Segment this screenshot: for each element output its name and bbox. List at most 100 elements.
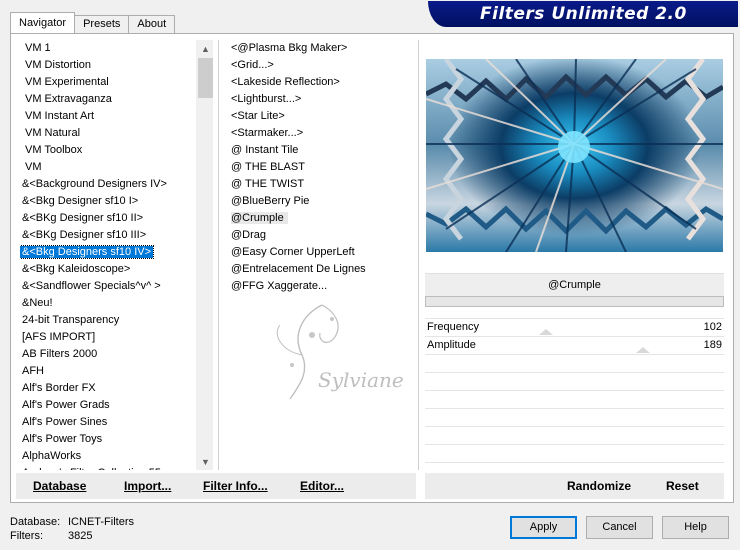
filter-label: @BlueBerry Pie [231,195,310,207]
filter-label: @Crumple [231,212,288,224]
category-item[interactable]: VM Distortion [20,57,196,74]
filter-divider [418,40,419,470]
filter-item[interactable]: @ THE BLAST [228,159,418,176]
filter-item[interactable]: <@Plasma Bkg Maker> [228,40,418,57]
category-item[interactable]: VM Toolbox [20,142,196,159]
tab-about[interactable]: About [128,15,176,33]
param-frequency[interactable]: Frequency 102 [425,319,724,337]
category-label: VM [25,161,42,173]
database-value: ICNET-Filters [68,516,134,528]
filter-label: @Easy Corner UpperLeft [231,246,355,258]
filter-label: <Lakeside Reflection> [231,76,340,88]
filter-item[interactable]: @Drag [228,227,418,244]
list-divider [218,40,219,470]
category-item[interactable]: &<Background Designers IV> [20,176,196,193]
filter-item[interactable]: <Lightburst...> [228,91,418,108]
slider-thumb[interactable] [539,329,553,335]
category-item[interactable]: Alf's Power Toys [20,431,196,448]
scroll-down-button[interactable]: ▼ [197,453,214,470]
category-item[interactable]: VM Extravaganza [20,91,196,108]
param-amplitude[interactable]: Amplitude 189 [425,337,724,355]
filter-label: @Entrelacement De Lignes [231,263,366,275]
category-label: Alf's Power Sines [22,416,108,428]
filter-item[interactable]: @Easy Corner UpperLeft [228,244,418,261]
category-item[interactable]: Alf's Border FX [20,380,196,397]
category-item[interactable]: &<Bkg Designer sf10 I> [20,193,196,210]
category-item[interactable]: &<BKg Designer sf10 III> [20,227,196,244]
category-item[interactable]: AFH [20,363,196,380]
category-item[interactable]: AB Filters 2000 [20,346,196,363]
category-label: &<BKg Designer sf10 II> [22,212,144,224]
category-item[interactable]: &<BKg Designer sf10 II> [20,210,196,227]
database-label: Database: [10,516,61,528]
category-label: VM 1 [25,42,51,54]
param-label: Amplitude [427,339,476,351]
category-label: VM Instant Art [25,110,95,122]
scroll-up-button[interactable]: ▲ [197,40,214,57]
category-item[interactable]: &Neu! [20,295,196,312]
param-label: Frequency [427,321,479,333]
reset-button[interactable]: Reset [662,473,703,499]
tab-navigator[interactable]: Navigator [10,12,76,33]
category-label: Alf's Power Toys [22,433,103,445]
category-item[interactable]: &<Bkg Kaleidoscope> [20,261,196,278]
import-button[interactable]: Import... [120,473,175,499]
filter-item[interactable]: @FFG Xaggerate... [228,278,418,295]
scroll-thumb[interactable] [198,58,213,98]
cancel-button[interactable]: Cancel [586,516,653,539]
category-label: AB Filters 2000 [22,348,98,360]
category-list[interactable]: VM 1 VM Distortion VM Experimental VM Extra… [20,40,196,470]
filters-label: Filters: [10,530,43,542]
filter-info-button[interactable]: Filter Info... [199,473,272,499]
status-area: Database: ICNET-Filters Filters: 3825 [10,515,134,543]
filter-label: <Starmaker...> [231,127,304,139]
filter-item[interactable]: <Starmaker...> [228,125,418,142]
apply-button[interactable]: Apply [510,516,577,539]
slider-thumb[interactable] [636,347,650,353]
category-item[interactable]: [AFS IMPORT] [20,329,196,346]
database-button[interactable]: Database [29,473,90,499]
category-label: Alf's Power Grads [22,399,110,411]
category-item[interactable]: VM Instant Art [20,108,196,125]
category-item[interactable]: AlphaWorks [20,448,196,465]
category-item[interactable]: VM Experimental [20,74,196,91]
filter-item[interactable]: @Crumple [228,210,418,227]
tab-presets[interactable]: Presets [74,15,130,33]
filter-label: <Star Lite> [231,110,285,122]
parameter-panel: Frequency 102 Amplitude 189 [425,307,724,472]
category-item[interactable]: VM [20,159,196,176]
right-toolbar: Randomize Reset [425,473,724,499]
help-button[interactable]: Help [662,516,729,539]
category-item[interactable]: 24-bit Transparency [20,312,196,329]
filter-label: <Lightburst...> [231,93,302,105]
category-item[interactable]: VM Natural [20,125,196,142]
filter-item[interactable]: <Star Lite> [228,108,418,125]
category-item[interactable]: Andrew's Filter Collection 55 [20,465,196,470]
filter-label: @FFG Xaggerate... [231,280,328,292]
filters-count: 3825 [68,530,93,542]
filter-label: @ Instant Tile [231,144,299,156]
randomize-button[interactable]: Randomize [563,473,635,499]
editor-button[interactable]: Editor... [296,473,348,499]
filter-item[interactable]: @Entrelacement De Lignes [228,261,418,278]
param-spacer [425,307,724,319]
selected-filter-name: @Crumple [425,273,724,296]
category-label: 24-bit Transparency [22,314,120,326]
param-value: 189 [703,339,722,351]
filter-item[interactable]: @ Instant Tile [228,142,418,159]
category-item[interactable]: VM 1 [20,40,196,57]
param-empty [425,445,724,463]
category-label: VM Experimental [25,76,109,88]
filter-item[interactable]: @ THE TWIST [228,176,418,193]
category-item[interactable]: &<Bkg Designers sf10 IV> [20,244,196,261]
param-empty [425,355,724,373]
category-item[interactable]: Alf's Power Grads [20,397,196,414]
filter-item[interactable]: @BlueBerry Pie [228,193,418,210]
filter-item[interactable]: <Lakeside Reflection> [228,74,418,91]
filter-item[interactable]: <Grid...> [228,57,418,74]
category-item[interactable]: &<Sandflower Specials^v^ > [20,278,196,295]
category-scrollbar[interactable]: ▲ ▼ [196,40,213,470]
category-item[interactable]: Alf's Power Sines [20,414,196,431]
category-label: &<Sandflower Specials^v^ > [22,280,161,292]
filter-label: @ THE BLAST [231,161,305,173]
